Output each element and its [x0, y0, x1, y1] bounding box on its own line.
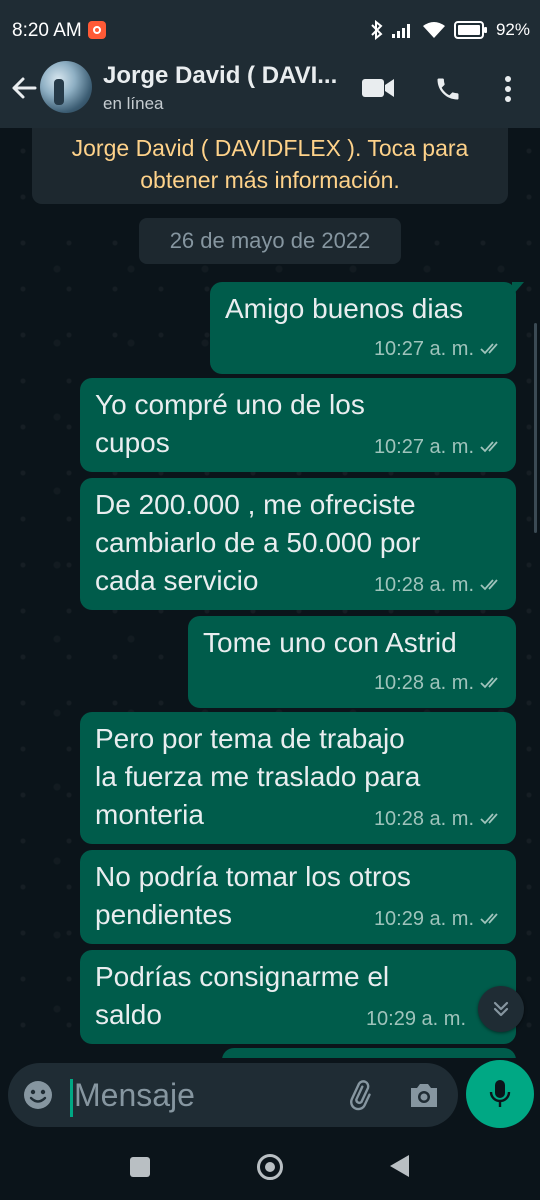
contact-status: en línea — [103, 94, 164, 113]
message-bubble[interactable]: Tome uno con Astrid 10:28 a. m. — [188, 616, 516, 708]
message-time: 10:29 a. m. — [373, 908, 474, 930]
attach-icon[interactable] — [344, 1079, 376, 1111]
system-nav-bar — [0, 1135, 540, 1200]
double-check-icon — [480, 813, 498, 825]
message-bubble[interactable]: De 200.000 , me ofreciste cambiarlo de a… — [80, 478, 516, 610]
message-bubble[interactable]: Amigo buenos dias 10:27 a. m. — [210, 282, 524, 374]
message-meta: 10:28 a. m. — [374, 566, 502, 604]
contact-name[interactable]: Jorge David ( DAVI... — [103, 62, 337, 90]
wifi-icon — [422, 22, 445, 38]
encryption-notice[interactable]: Jorge David ( DAVIDFLEX ). Toca para obt… — [32, 128, 508, 204]
microphone-icon — [489, 1080, 511, 1107]
voice-record-button[interactable] — [466, 1060, 534, 1128]
message-time: 10:27 a. m. — [373, 436, 474, 458]
battery-icon — [453, 21, 487, 39]
message-meta: 10:29 a. m. — [374, 900, 502, 938]
battery-percent: 92% — [495, 20, 530, 39]
double-chevron-down-icon — [493, 1001, 509, 1017]
message-meta: 10:28 a. m. — [374, 800, 502, 838]
chat-area[interactable]: Jorge David ( DAVIDFLEX ). Toca para obt… — [0, 128, 540, 1058]
more-vert-icon[interactable] — [498, 73, 518, 105]
status-bar: 8:20 AM 92% — [0, 0, 540, 58]
signal-icon — [391, 24, 410, 38]
back-arrow-icon[interactable] — [8, 72, 40, 104]
message-meta: 10:27 a. m. — [374, 330, 502, 368]
notification-icon — [88, 21, 106, 39]
message-text: Amigo buenos dias — [225, 293, 464, 324]
message-text: Tome uno con Astrid — [203, 627, 457, 658]
status-icons: 92% — [370, 18, 530, 42]
back-button[interactable] — [390, 1155, 409, 1177]
message-time: 10:27 a. m. — [373, 338, 474, 360]
double-check-icon — [480, 343, 498, 355]
camera-icon[interactable] — [408, 1080, 440, 1110]
message-meta: 10:28 a. m. — [374, 664, 502, 702]
double-check-icon — [480, 913, 498, 925]
video-call-icon[interactable] — [362, 77, 394, 99]
message-bubble[interactable]: Pero por tema de trabajo la fuerza me tr… — [80, 712, 516, 844]
scrollbar[interactable] — [534, 323, 537, 533]
home-button[interactable] — [257, 1154, 283, 1180]
chat-header: Jorge David ( DAVI... en línea — [0, 58, 540, 128]
message-time: 10:28 a. m. — [373, 672, 474, 694]
encryption-notice-text: Jorge David ( DAVIDFLEX ). Toca para obt… — [71, 135, 469, 193]
scroll-to-bottom-button[interactable] — [478, 986, 524, 1032]
message-bubble[interactable]: Yo compré uno de los cupos 10:27 a. m. — [80, 378, 516, 472]
message-meta: 10:27 a. m. — [374, 428, 502, 466]
emoji-icon[interactable] — [22, 1079, 54, 1111]
message-meta: 10:29 a. m. — [366, 1000, 466, 1038]
double-check-icon — [480, 579, 498, 591]
phone-icon[interactable] — [434, 75, 462, 103]
avatar[interactable] — [40, 61, 92, 113]
message-composer — [8, 1063, 458, 1127]
message-time: 10:28 a. m. — [373, 574, 474, 596]
message-bubble[interactable]: Podrías consignarme el saldo 10:29 a. m. — [80, 950, 516, 1044]
double-check-icon — [480, 677, 498, 689]
text-caret — [70, 1079, 73, 1117]
date-chip: 26 de mayo de 2022 — [139, 218, 401, 264]
message-time: 10:28 a. m. — [373, 808, 474, 830]
double-check-icon — [480, 441, 498, 453]
status-time: 8:20 AM — [12, 20, 82, 41]
recents-button[interactable] — [130, 1157, 150, 1177]
bluetooth-icon — [371, 20, 383, 40]
message-bubble-partial[interactable] — [222, 1048, 516, 1058]
message-time: 10:29 a. m. — [365, 1008, 466, 1030]
message-bubble[interactable]: No podría tomar los otros pendientes 10:… — [80, 850, 516, 944]
message-input[interactable] — [74, 1073, 334, 1117]
